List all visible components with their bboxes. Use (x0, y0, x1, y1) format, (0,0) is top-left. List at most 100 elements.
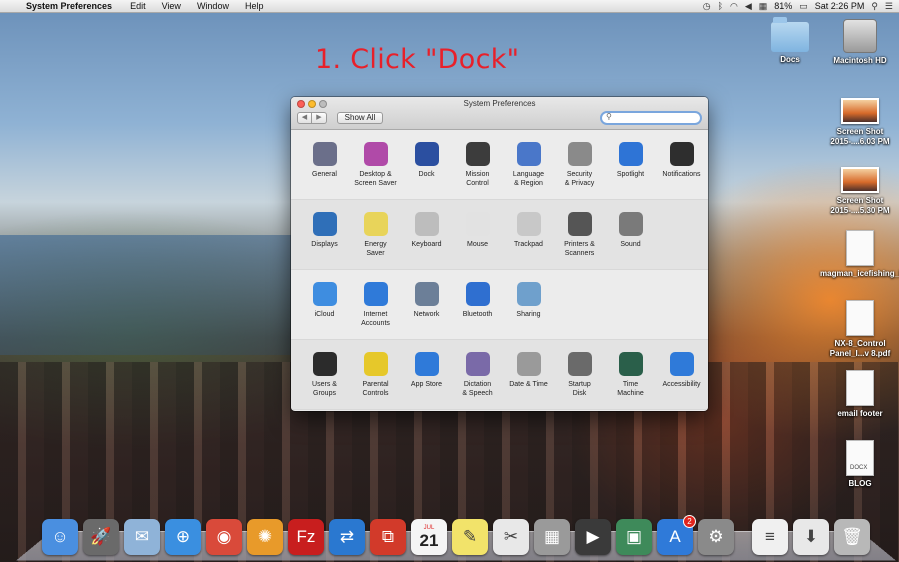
pref-pane-label: Language & Region (503, 170, 554, 188)
calendar-icon[interactable]: JUL 21 (411, 519, 447, 555)
pref-pane-internet-accounts[interactable]: Internet Accounts (350, 282, 401, 339)
pref-pane-accessibility[interactable]: Accessibility (656, 352, 707, 409)
desktop-icon-macintosh-hd[interactable]: Macintosh HD (820, 19, 899, 66)
battery-icon[interactable]: ▭ (799, 1, 808, 12)
general-icon (313, 142, 337, 166)
pref-pane-label: Parental Controls (350, 380, 401, 398)
menu-help[interactable]: Help (237, 1, 272, 11)
teamviewer-icon[interactable]: ⇄ (329, 519, 365, 555)
startup-disk-icon (568, 352, 592, 376)
battery-percent[interactable]: 81% (774, 1, 792, 11)
flag-menu-icon[interactable]: ▦ (759, 1, 768, 12)
search-field[interactable]: ⚲ (600, 111, 702, 125)
pref-pane-time-machine[interactable]: Time Machine (605, 352, 656, 409)
desktop-icon (364, 142, 388, 166)
pref-pane-security-privacy[interactable]: Security & Privacy (554, 142, 605, 199)
wifi-menu-icon[interactable]: ◠ (730, 1, 738, 12)
pref-pane-label: General (299, 170, 350, 179)
system-preferences-window: System Preferences ◀ ▶ Show All ⚲ Genera… (291, 97, 708, 411)
pref-pane-dictation-speech[interactable]: Dictation & Speech (452, 352, 503, 409)
notification-center-icon[interactable]: ☰ (885, 1, 893, 12)
accessibility-icon (670, 352, 694, 376)
forward-button[interactable]: ▶ (312, 112, 327, 124)
desktop-icon-screenshot-2[interactable]: Screen Shot 2015-....5.30 PM (820, 167, 899, 216)
time-machine-icon (619, 352, 643, 376)
pref-pane-notifications[interactable]: Notifications (656, 142, 707, 199)
pref-pane-desktop-screen-saver[interactable]: Desktop & Screen Saver (350, 142, 401, 199)
safari-icon[interactable]: ⊕ (165, 519, 201, 555)
preview-icon[interactable]: ✂ (493, 519, 529, 555)
chrome-icon[interactable]: ◉ (206, 519, 242, 555)
desktop-icon-blog[interactable]: DOCX BLOG (820, 440, 899, 489)
pref-pane-icloud[interactable]: iCloud (299, 282, 350, 339)
globe-icon (415, 282, 439, 306)
downloads-stack-icon[interactable]: ⬇ (793, 519, 829, 555)
filezilla-icon[interactable]: Fz (288, 519, 324, 555)
pref-pane-energy-saver[interactable]: Energy Saver (350, 212, 401, 269)
calculator-icon[interactable]: ▦ (534, 519, 570, 555)
trash-icon[interactable]: 🗑 (834, 519, 870, 555)
volume-menu-icon[interactable]: ◀ (745, 1, 752, 12)
pref-pane-dock[interactable]: Dock (401, 142, 452, 199)
photos-wheel-icon[interactable]: ✺ (247, 519, 283, 555)
iphoto-icon[interactable]: ▣ (616, 519, 652, 555)
pref-pane-date-time[interactable]: Date & Time (503, 352, 554, 409)
screen-sharing-icon[interactable]: ⧉ (370, 519, 406, 555)
lightbulb-icon (364, 212, 388, 236)
show-all-button[interactable]: Show All (337, 112, 383, 124)
spotlight-menu-icon[interactable]: ⚲ (871, 1, 878, 12)
desktop-icon-nx8-pdf[interactable]: NX-8_Control Panel_I...v 8.pdf (820, 300, 899, 359)
finder-icon[interactable]: ☺ (42, 519, 78, 555)
pref-pane-mouse[interactable]: Mouse (452, 212, 503, 269)
time-machine-menu-icon[interactable]: ◷ (703, 1, 711, 12)
system-preferences-icon[interactable]: ⚙ (698, 519, 734, 555)
menu-window[interactable]: Window (189, 1, 237, 11)
document-stack-icon[interactable]: ≡ (752, 519, 788, 555)
clock[interactable]: Sat 2:26 PM (815, 1, 865, 11)
pref-pane-sound[interactable]: Sound (605, 212, 656, 269)
pref-pane-keyboard[interactable]: Keyboard (401, 212, 452, 269)
pref-pane-bluetooth[interactable]: Bluetooth (452, 282, 503, 339)
launchpad-icon[interactable]: 🚀 (83, 519, 119, 555)
desktop-icon-magman[interactable]: magman_icefishing_kijiji (820, 230, 899, 279)
app-menu[interactable]: System Preferences (22, 1, 122, 11)
pref-pane-printers-scanners[interactable]: Printers & Scanners (554, 212, 605, 269)
bluetooth-menu-icon[interactable]: ᛒ (718, 1, 723, 11)
app-store-dock-icon[interactable]: A2 (657, 519, 693, 555)
pref-section: Users & Groups Parental Controls App Store… (291, 340, 708, 410)
pref-section: Displays Energy Saver Keyboard Mouse Trackpa… (291, 200, 708, 270)
pref-pane-language-region[interactable]: Language & Region (503, 142, 554, 199)
pref-pane-label: Desktop & Screen Saver (350, 170, 401, 188)
pref-pane-app-store[interactable]: App Store (401, 352, 452, 409)
pref-pane-mission-control[interactable]: Mission Control (452, 142, 503, 199)
pref-pane-label: Internet Accounts (350, 310, 401, 328)
notification-badge: 2 (683, 515, 696, 528)
pref-pane-displays[interactable]: Displays (299, 212, 350, 269)
facetime-icon[interactable]: ▶ (575, 519, 611, 555)
pref-pane-users-groups[interactable]: Users & Groups (299, 352, 350, 409)
pref-pane-sharing[interactable]: Sharing (503, 282, 554, 339)
speaker-icon (619, 212, 643, 236)
pref-pane-startup-disk[interactable]: Startup Disk (554, 352, 605, 409)
pref-pane-general[interactable]: General (299, 142, 350, 199)
pref-pane-label: Security & Privacy (554, 170, 605, 188)
pref-pane-trackpad[interactable]: Trackpad (503, 212, 554, 269)
screenshot-thumbnail-icon (841, 98, 879, 124)
desktop-icon-screenshot-1[interactable]: Screen Shot 2015-....6.03 PM (820, 98, 899, 147)
trackpad-icon (517, 212, 541, 236)
keyboard-icon (415, 212, 439, 236)
menu-edit[interactable]: Edit (122, 1, 154, 11)
pref-pane-label: Spotlight (605, 170, 656, 179)
stickies-icon[interactable]: ✎ (452, 519, 488, 555)
pref-pane-spotlight[interactable]: Spotlight (605, 142, 656, 199)
pref-pane-label: Mouse (452, 240, 503, 249)
menu-view[interactable]: View (154, 1, 189, 11)
mail-icon[interactable]: ✉ (124, 519, 160, 555)
pref-pane-parental-controls[interactable]: Parental Controls (350, 352, 401, 409)
back-button[interactable]: ◀ (297, 112, 312, 124)
desktop-icon-email-footer[interactable]: email footer (820, 370, 899, 419)
folder-icon (771, 22, 809, 52)
pref-pane-label: Startup Disk (554, 380, 605, 398)
pref-pane-network[interactable]: Network (401, 282, 452, 339)
desktop-icon-docs[interactable]: Docs (750, 22, 830, 65)
